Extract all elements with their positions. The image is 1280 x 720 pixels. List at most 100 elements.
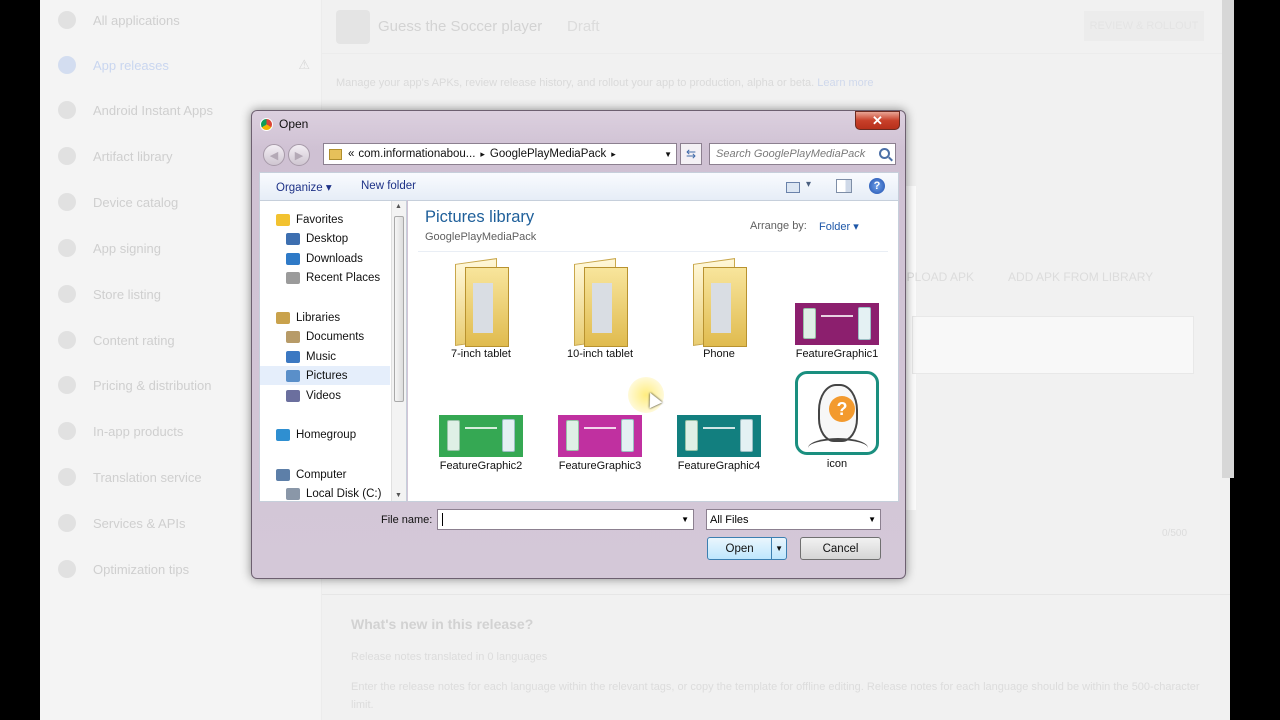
new-folder-button[interactable]: New folder (361, 180, 416, 192)
back-button[interactable]: ◀ (263, 144, 285, 166)
open-button-label[interactable]: Open (708, 543, 771, 555)
nav-item[interactable]: Libraries (260, 308, 390, 327)
file-item[interactable]: Phone (664, 261, 774, 360)
sidebar-item[interactable]: App releases ⚠ (40, 45, 322, 85)
release-notes-help: Enter the release notes for each languag… (351, 681, 1200, 711)
open-options-icon[interactable]: ▼ (771, 538, 786, 559)
nav-item[interactable]: Downloads (260, 249, 390, 268)
file-item[interactable]: FeatureGraphic1 (782, 261, 892, 360)
nav-item[interactable]: Videos (260, 386, 390, 405)
chevron-down-icon[interactable]: ▼ (664, 150, 672, 159)
close-button[interactable]: ✕ (855, 111, 900, 130)
nav-item[interactable]: Local Disk (C:) (260, 484, 390, 501)
file-name[interactable]: FeatureGraphic1 (782, 348, 892, 360)
file-name[interactable]: FeatureGraphic2 (426, 460, 536, 472)
nav-item-label: Favorites (296, 213, 344, 226)
nav-item[interactable]: Pictures (260, 366, 390, 385)
sidebar-item-icon (58, 376, 76, 394)
apk-drop-zone[interactable] (912, 316, 1194, 374)
nav-item[interactable]: Recent Places (260, 268, 390, 287)
review-rollout-button[interactable]: REVIEW & ROLLOUT (1084, 11, 1204, 41)
nav-item[interactable]: Computer (260, 465, 390, 484)
help-icon[interactable]: ? (869, 178, 885, 194)
nav-item-icon (286, 271, 300, 284)
file-name-input[interactable]: ▼ (437, 509, 694, 530)
sidebar-item-label: Android Instant Apps (93, 102, 213, 118)
folder-icon (329, 148, 342, 160)
nav-scrollbar[interactable]: ▲ ▼ (391, 201, 406, 501)
address-segment-current[interactable]: GooglePlayMediaPack (490, 148, 606, 160)
nav-item-icon (286, 389, 300, 402)
file-name-label: File name: (381, 514, 433, 526)
address-separator[interactable]: ▸ (480, 149, 485, 160)
refresh-button[interactable]: ⇆ (680, 143, 702, 165)
nav-item[interactable]: Favorites (260, 210, 390, 229)
app-icon-thumbnail[interactable]: ? (795, 371, 879, 455)
folder-icon[interactable] (689, 261, 749, 347)
question-mark-icon: ? (829, 396, 855, 422)
change-view-button[interactable]: ▾ (786, 179, 816, 195)
nav-item[interactable]: Desktop (260, 229, 390, 248)
nav-item[interactable]: Music (260, 347, 390, 366)
file-type-value[interactable]: All Files (710, 514, 749, 526)
nav-item-label: Documents (306, 330, 365, 343)
views-dropdown-icon[interactable]: ▾ (806, 179, 811, 190)
file-name[interactable]: FeatureGraphic4 (664, 460, 774, 472)
forward-button[interactable]: ▶ (288, 144, 310, 166)
image-thumbnail[interactable] (677, 415, 761, 457)
file-item[interactable]: FeatureGraphic4 (664, 373, 774, 472)
browser-scrollbar[interactable] (1222, 0, 1234, 478)
file-type-select[interactable]: All Files ▼ (706, 509, 881, 530)
address-overflow[interactable]: « (348, 148, 354, 160)
thumbnail-detail (740, 419, 753, 452)
nav-item[interactable]: Homegroup (260, 425, 390, 444)
scroll-up-icon[interactable]: ▲ (395, 203, 402, 210)
nav-item-icon (276, 311, 290, 324)
add-apk-library-button[interactable]: ADD APK FROM LIBRARY (998, 262, 1163, 296)
address-bar[interactable]: « com.informationabou... ▸ GooglePlayMed… (323, 143, 677, 165)
folder-icon[interactable] (570, 261, 630, 347)
image-thumbnail[interactable] (795, 303, 879, 345)
cancel-button[interactable]: Cancel (800, 537, 881, 560)
arrange-by-dropdown[interactable]: Folder ▾ (819, 220, 859, 233)
file-name[interactable]: 7-inch tablet (426, 348, 536, 360)
sidebar-item-icon (58, 147, 76, 165)
open-button[interactable]: Open ▼ (707, 537, 787, 560)
releases-description: Manage your app's APKs, review release h… (336, 77, 874, 89)
chevron-down-icon[interactable]: ▼ (681, 515, 689, 524)
image-thumbnail[interactable] (558, 415, 642, 457)
sidebar-item[interactable]: All applications (40, 0, 322, 40)
nav-item-label: Downloads (306, 252, 363, 265)
chevron-down-icon[interactable]: ▼ (868, 515, 876, 524)
address-separator-end[interactable]: ▸ (611, 149, 616, 160)
sidebar-item-icon (58, 285, 76, 303)
sidebar-item-icon (58, 331, 76, 349)
thumbnail-detail (685, 420, 698, 451)
scroll-down-icon[interactable]: ▼ (395, 492, 402, 499)
search-input[interactable]: Search GooglePlayMediaPack (709, 143, 896, 165)
char-count: 0/500 (1162, 528, 1188, 539)
address-segment-parent[interactable]: com.informationabou... (358, 148, 475, 160)
console-header: Guess the Soccer player Draft REVIEW & R… (322, 0, 1230, 54)
preview-pane-icon[interactable] (836, 179, 852, 193)
sidebar-item-icon (58, 514, 76, 532)
file-item[interactable]: 10-inch tablet (545, 261, 655, 360)
organize-button[interactable]: Organize ▾ (276, 180, 332, 194)
search-icon[interactable] (879, 148, 890, 159)
file-item[interactable]: 7-inch tablet (426, 261, 536, 360)
text-caret (442, 513, 443, 526)
learn-more-link[interactable]: Learn more (817, 77, 873, 89)
file-name[interactable]: Phone (664, 348, 774, 360)
file-item[interactable]: FeatureGraphic2 (426, 373, 536, 472)
folder-icon[interactable] (451, 261, 511, 347)
file-item[interactable]: ? icon (782, 371, 892, 470)
dialog-titlebar[interactable]: Open ✕ (252, 111, 905, 138)
image-thumbnail[interactable] (439, 415, 523, 457)
nav-item-label: Recent Places (306, 271, 381, 284)
file-name[interactable]: icon (782, 458, 892, 470)
file-name[interactable]: 10-inch tablet (545, 348, 655, 360)
scroll-thumb[interactable] (394, 216, 404, 402)
file-name[interactable]: FeatureGraphic3 (545, 460, 655, 472)
thumbnail-detail (502, 419, 515, 452)
nav-item[interactable]: Documents (260, 327, 390, 346)
